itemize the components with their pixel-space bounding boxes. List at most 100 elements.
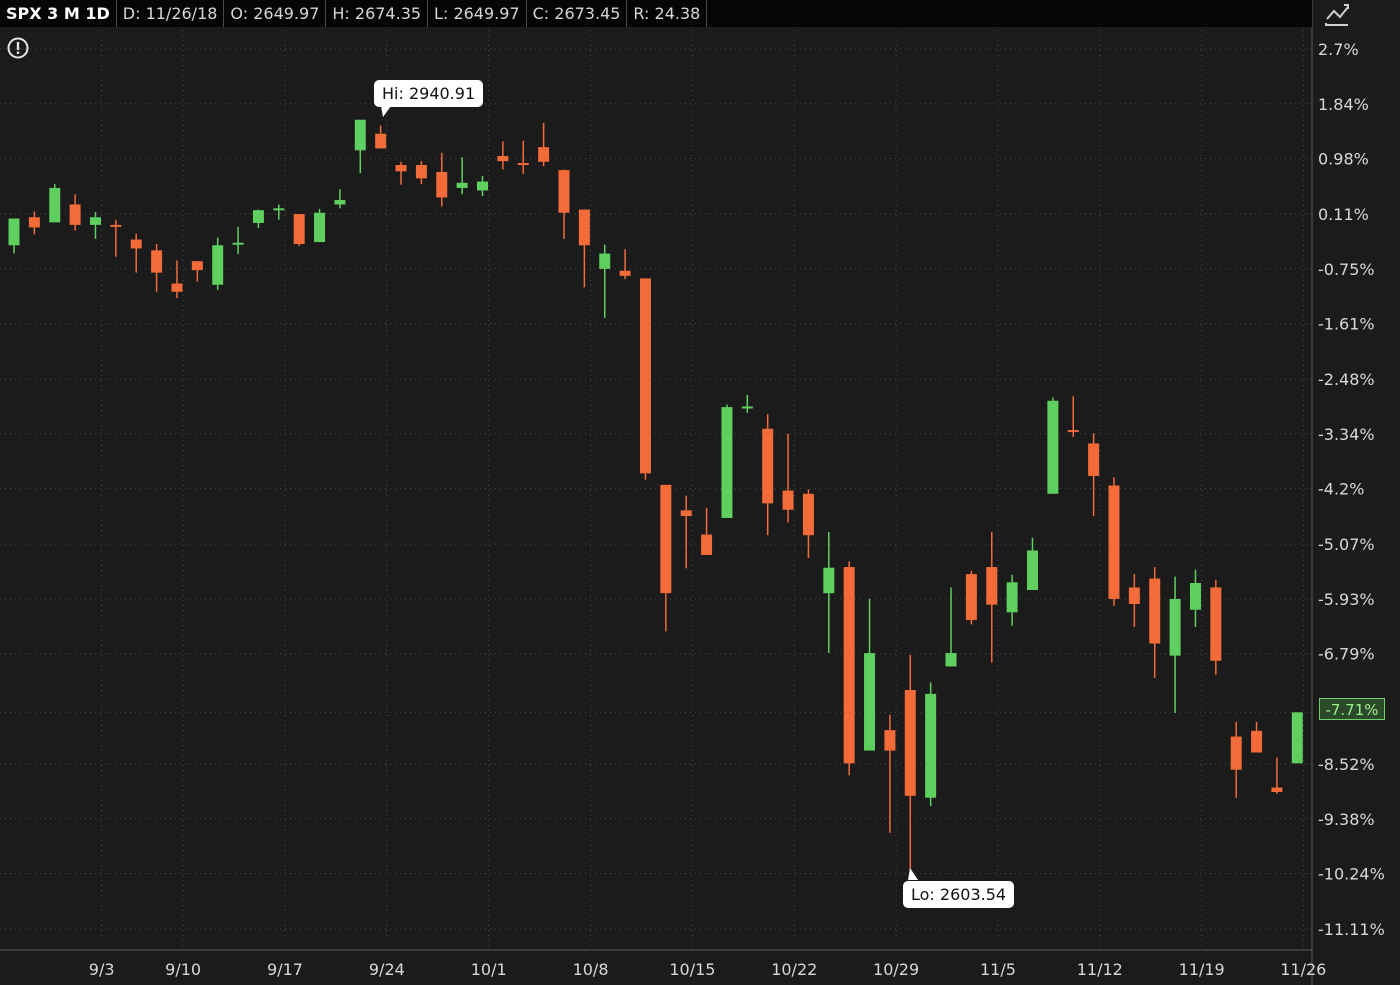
candle [252, 209, 264, 229]
candle-body [415, 164, 427, 179]
candle [1271, 757, 1283, 794]
x-tick-label: 11/5 [980, 960, 1016, 979]
close-readout: C: 2673.45 [527, 0, 628, 27]
candle [558, 169, 570, 239]
candle [395, 161, 407, 185]
candle-body [864, 653, 876, 751]
candle [578, 209, 590, 288]
candle [1189, 569, 1201, 627]
candle-body [823, 567, 835, 594]
candle-body [151, 250, 163, 273]
candle-body [1149, 578, 1161, 644]
candle [639, 278, 651, 480]
candle [538, 122, 550, 167]
candle [375, 125, 387, 149]
chart-style-icon[interactable] [1324, 3, 1350, 27]
candle-body [1047, 400, 1059, 494]
candle-body [802, 493, 814, 536]
candle [904, 654, 916, 875]
candle-body [375, 133, 387, 149]
candle-body [680, 510, 692, 517]
candle [49, 184, 61, 223]
y-tick-label: 2.7% [1318, 40, 1359, 59]
candle-body [395, 164, 407, 172]
y-tick-label: -9.38% [1318, 810, 1375, 829]
hi-callout-pointer [381, 106, 391, 117]
y-tick-label: -5.93% [1318, 590, 1375, 609]
y-tick-label: -8.52% [1318, 755, 1375, 774]
y-tick-label: -6.79% [1318, 645, 1375, 664]
candle [762, 414, 774, 536]
x-tick-label: 9/10 [165, 960, 201, 979]
candle [28, 211, 40, 235]
symbol-label[interactable]: SPX 3 M 1D [0, 0, 117, 27]
candle [660, 484, 672, 632]
x-tick-label: 9/24 [369, 960, 405, 979]
x-tick-label: 10/8 [573, 960, 609, 979]
candle-body [843, 567, 855, 764]
candle-body [273, 208, 285, 211]
candle-body [762, 428, 774, 504]
candle-body [436, 171, 448, 198]
y-tick-label: 0.11% [1318, 205, 1369, 224]
candle-body [28, 217, 40, 228]
candle [945, 587, 957, 667]
x-tick-label: 11/12 [1077, 960, 1123, 979]
candle [151, 243, 163, 292]
candle [864, 598, 876, 751]
candlestick-chart[interactable]: 2.7% 1.84% 0.98% 0.11% -0.75% -1.61% -2.48% -3.… [0, 0, 1400, 985]
candle-body [1189, 582, 1201, 610]
candle [89, 212, 101, 239]
candle-body [945, 653, 957, 667]
candle-body [1210, 587, 1222, 661]
candle-body [1230, 736, 1242, 770]
x-tick-label: 10/29 [873, 960, 919, 979]
candle-body [721, 407, 733, 518]
candle-body [1027, 550, 1038, 590]
candle-body [517, 163, 529, 166]
candle [1047, 397, 1059, 494]
candle [415, 161, 427, 185]
candle-body [619, 270, 631, 276]
candle-body [314, 212, 326, 243]
candle [191, 261, 203, 282]
candle-body [599, 253, 611, 269]
y-axis-ticks: 2.7% 1.84% 0.98% 0.11% -0.75% -1.61% -2.48% -3.… [1318, 40, 1385, 939]
candle-body [354, 119, 366, 151]
candle [1027, 537, 1038, 590]
candle-body [660, 484, 672, 594]
alert-icon[interactable] [7, 37, 29, 59]
candle-body [110, 224, 122, 227]
x-axis-ticks: 9/3 9/10 9/17 9/24 10/1 10/8 10/15 10/22 10/29 11… [89, 960, 1327, 979]
low-readout: L: 2649.97 [428, 0, 527, 27]
candle-body [497, 156, 509, 162]
y-tick-label: -11.11% [1318, 920, 1385, 939]
candle [619, 249, 631, 280]
y-tick-label: -0.75% [1318, 260, 1375, 279]
x-tick-label: 11/19 [1179, 960, 1225, 979]
candle [823, 532, 835, 654]
candle [1230, 721, 1242, 798]
candle [69, 194, 81, 231]
candle [171, 260, 183, 299]
candle-body [456, 182, 468, 188]
range-readout: R: 24.38 [627, 0, 708, 27]
candle [721, 404, 733, 518]
candle-body [232, 242, 244, 245]
y-tick-label: -2.48% [1318, 370, 1375, 389]
candle [232, 226, 244, 255]
candle-body [558, 170, 570, 213]
low-callout: Lo: 2603.54 [903, 881, 1015, 908]
candle [273, 204, 285, 220]
candle-body [89, 217, 101, 225]
last-value-badge: -7.71% [1319, 698, 1385, 720]
candle-body [538, 147, 550, 162]
candle-body [1088, 443, 1100, 476]
candle-body [1108, 485, 1120, 599]
candle [436, 152, 448, 207]
candle-body [1128, 587, 1140, 605]
candle [1067, 396, 1079, 438]
candle [517, 140, 529, 174]
x-tick-label: 11/26 [1280, 960, 1326, 979]
candle [1108, 477, 1120, 606]
